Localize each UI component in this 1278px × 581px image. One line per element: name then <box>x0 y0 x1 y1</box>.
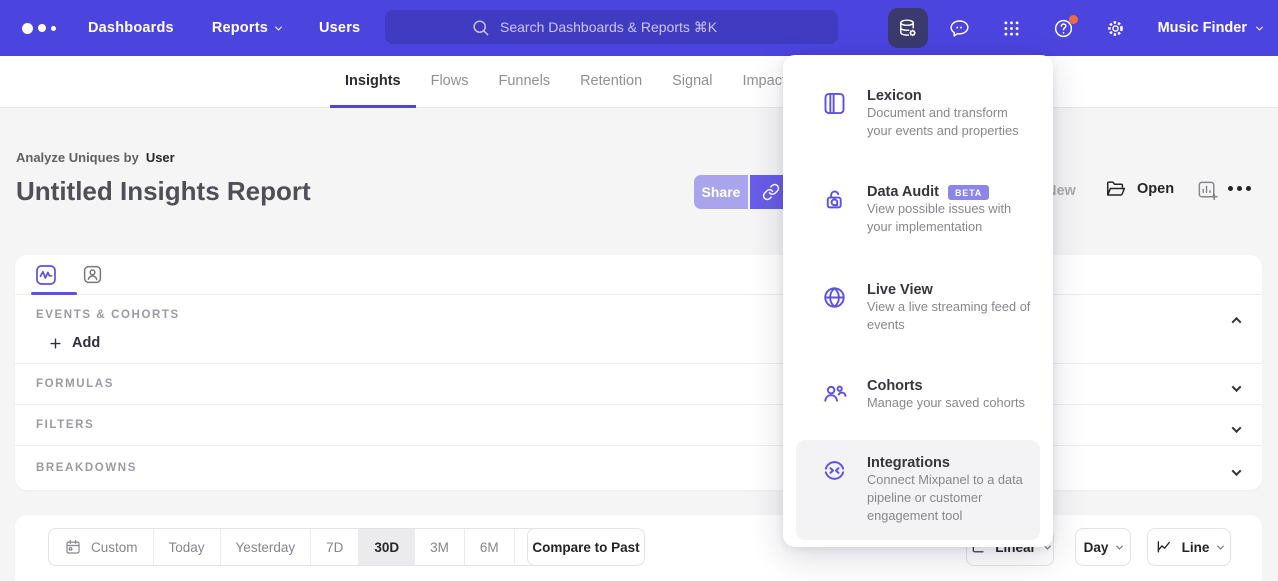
project-switcher[interactable]: Music Finder <box>1158 20 1262 36</box>
menu-item-description: Manage your saved cohorts <box>867 395 1025 410</box>
menu-item-description: View a live streaming feed of events <box>867 299 1030 332</box>
tab-retention[interactable]: Retention <box>565 56 657 108</box>
menu-item-cohorts[interactable]: Cohorts Manage your saved cohorts <box>783 378 1053 412</box>
data-management-popover: Lexicon Document and transform your even… <box>783 55 1053 547</box>
section-events-cohorts: EVENTS & COHORTS Add <box>15 295 1262 364</box>
menu-item-description: Connect Mixpanel to a data pipeline or c… <box>867 472 1023 523</box>
expand-section-icon[interactable] <box>1233 379 1240 397</box>
calendar-icon <box>64 538 82 556</box>
context-label: Analyze Uniques by <box>16 150 139 165</box>
save-to-dashboard-icon[interactable] <box>1196 179 1219 202</box>
data-management-icon[interactable] <box>888 8 928 48</box>
plus-icon <box>48 336 63 351</box>
query-builder-panel: EVENTS & COHORTS Add FORMULAS FILTERS BR… <box>15 255 1262 490</box>
date-preset-yesterday[interactable]: Yesterday <box>221 529 312 565</box>
settings-gear-icon[interactable] <box>1096 8 1136 48</box>
tab-insights[interactable]: Insights <box>330 56 416 108</box>
chart-controls-panel: Custom Today Yesterday 7D 30D 3M 6M 12M … <box>15 515 1262 581</box>
tab-signal[interactable]: Signal <box>657 56 727 108</box>
feedback-chat-icon[interactable] <box>940 8 980 48</box>
section-label: BREAKDOWNS <box>36 462 137 474</box>
integrations-sync-icon <box>821 457 848 484</box>
tab-funnels[interactable]: Funnels <box>483 56 565 108</box>
menu-item-title: Cohorts <box>867 378 923 394</box>
collapse-section-icon[interactable] <box>1233 311 1240 329</box>
cohorts-people-icon <box>821 380 848 407</box>
open-label: Open <box>1137 181 1174 197</box>
date-preset-6m[interactable]: 6M <box>465 529 515 565</box>
lexicon-book-icon <box>821 90 848 117</box>
help-icon[interactable] <box>1044 8 1084 48</box>
data-audit-lock-icon <box>821 186 848 213</box>
date-preset-3m[interactable]: 3M <box>415 529 465 565</box>
date-preset-today[interactable]: Today <box>154 529 221 565</box>
notification-dot <box>1069 15 1078 24</box>
date-preset-7d[interactable]: 7D <box>311 529 359 565</box>
chart-type-dropdown[interactable]: Line <box>1147 528 1231 566</box>
line-chart-icon <box>1155 538 1173 556</box>
open-report-button[interactable]: Open <box>1105 178 1174 200</box>
menu-item-data-audit[interactable]: Data Audit BETA View possible issues wit… <box>783 184 1053 236</box>
nav-item-users[interactable]: Users <box>319 20 360 36</box>
search-input[interactable] <box>500 19 752 35</box>
menu-item-live-view[interactable]: Live View View a live streaming feed of … <box>783 282 1053 334</box>
mixpanel-logo-icon[interactable] <box>22 23 74 34</box>
section-label: FILTERS <box>36 419 94 431</box>
context-value[interactable]: User <box>146 150 175 165</box>
chevron-down-icon <box>1256 23 1263 30</box>
share-button-group: Share <box>694 175 792 209</box>
top-navbar: Dashboards Reports Users <box>0 0 1278 56</box>
menu-item-title: Lexicon <box>867 88 922 104</box>
menu-item-lexicon[interactable]: Lexicon Document and transform your even… <box>783 88 1053 140</box>
tab-flows[interactable]: Flows <box>416 56 484 108</box>
chevron-down-icon <box>1116 542 1123 549</box>
menu-item-description: Document and transform your events and p… <box>867 105 1019 138</box>
profile-person-icon[interactable] <box>77 260 107 290</box>
section-filters[interactable]: FILTERS <box>15 405 1262 446</box>
date-preset-30d[interactable]: 30D <box>359 529 415 565</box>
builder-view-tabs <box>15 255 1262 295</box>
global-search[interactable] <box>385 10 838 44</box>
chevron-down-icon <box>275 23 282 30</box>
menu-item-description: View possible issues with your implement… <box>867 201 1011 234</box>
nav-item-dashboards[interactable]: Dashboards <box>88 20 174 36</box>
section-label: FORMULAS <box>36 378 114 390</box>
nav-right-icons: Music Finder <box>888 0 1262 56</box>
menu-item-title: Live View <box>867 282 933 298</box>
menu-item-integrations[interactable]: Integrations Connect Mixpanel to a data … <box>796 440 1040 540</box>
nav-links: Dashboards Reports Users <box>88 20 360 36</box>
search-icon <box>471 18 490 37</box>
section-label: EVENTS & COHORTS <box>36 309 1262 321</box>
apps-grid-icon[interactable] <box>992 8 1032 48</box>
report-tabs: Insights Flows Funnels Retention Signal … <box>0 56 1278 108</box>
project-name: Music Finder <box>1158 20 1247 36</box>
analysis-context: Analyze Uniques by User <box>16 150 175 165</box>
section-formulas[interactable]: FORMULAS <box>15 364 1262 405</box>
date-preset-custom[interactable]: Custom <box>49 529 154 565</box>
menu-item-title: Integrations <box>867 455 950 471</box>
live-view-globe-icon <box>821 284 848 311</box>
section-breakdowns[interactable]: BREAKDOWNS <box>15 446 1262 490</box>
chart-pulse-icon[interactable] <box>31 260 61 290</box>
nav-item-reports[interactable]: Reports <box>212 20 281 36</box>
interval-dropdown[interactable]: Day <box>1075 528 1131 566</box>
date-range-picker: Custom Today Yesterday 7D 30D 3M 6M 12M <box>48 528 572 566</box>
compare-to-past-button[interactable]: Compare to Past <box>527 528 645 566</box>
add-label: Add <box>72 335 100 351</box>
page-title[interactable]: Untitled Insights Report <box>16 176 311 207</box>
more-options-button[interactable] <box>1228 186 1251 191</box>
expand-section-icon[interactable] <box>1233 463 1240 481</box>
beta-badge: BETA <box>948 185 989 200</box>
chevron-down-icon <box>1217 542 1224 549</box>
link-icon <box>762 183 780 201</box>
expand-section-icon[interactable] <box>1233 420 1240 438</box>
add-event-button[interactable]: Add <box>48 335 100 351</box>
share-button[interactable]: Share <box>694 175 748 209</box>
menu-item-title: Data Audit <box>867 184 939 200</box>
folder-open-icon <box>1105 178 1127 200</box>
